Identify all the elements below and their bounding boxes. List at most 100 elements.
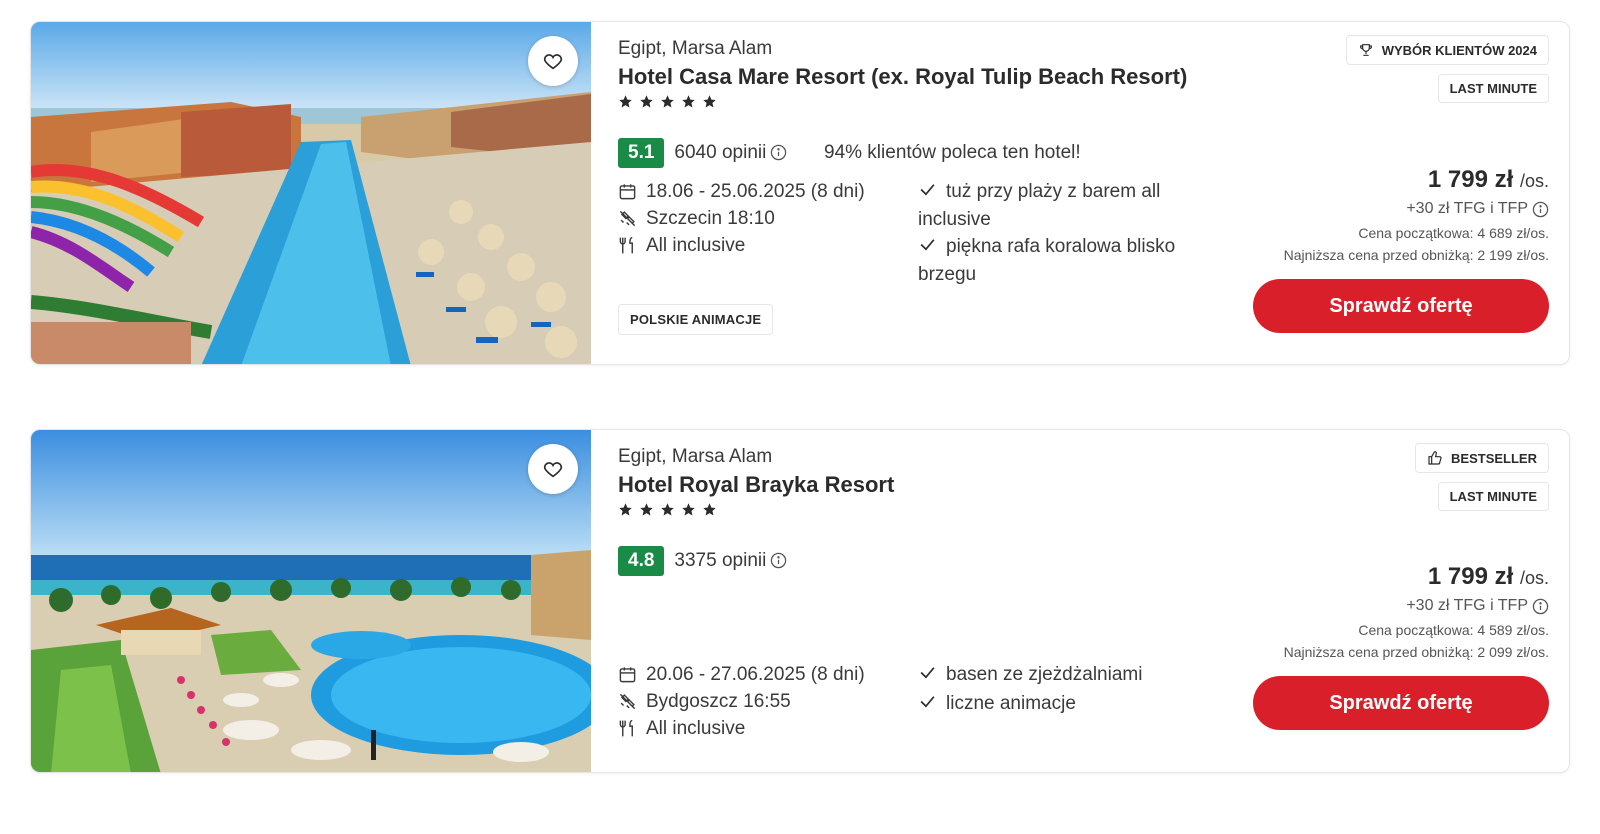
plane-icon: [618, 692, 646, 711]
price: 1 799 zł /os.: [1284, 563, 1549, 591]
star-rating: [618, 502, 717, 517]
reviews-link[interactable]: 3375 opinii: [674, 550, 787, 572]
hotel-name[interactable]: Hotel Casa Mare Resort (ex. Royal Tulip …: [618, 64, 1187, 90]
star-icon: [640, 503, 653, 516]
rating-row: 5.1 6040 opinii: [618, 138, 787, 168]
cutlery-icon: [618, 719, 646, 738]
star-icon: [682, 95, 695, 108]
hotel-photo[interactable]: [31, 22, 591, 364]
hotel-photo[interactable]: [31, 430, 591, 772]
hotel-name[interactable]: Hotel Royal Brayka Resort: [618, 472, 894, 498]
rating-row: 4.8 3375 opinii: [618, 546, 787, 576]
board-type: All inclusive: [646, 717, 746, 739]
base-price: Cena początkowa: 4 689 zł/os.: [1358, 225, 1549, 241]
star-icon: [661, 503, 674, 516]
star-icon: [682, 503, 695, 516]
star-icon: [619, 503, 632, 516]
tag-pill: POLSKIE ANIMACJE: [618, 304, 774, 335]
offer-card[interactable]: Egipt, Marsa Alam Hotel Casa Mare Resort…: [30, 21, 1570, 365]
badge-last-minute: LAST MINUTE: [1437, 482, 1549, 511]
info-icon[interactable]: [1532, 598, 1549, 615]
favorite-button[interactable]: [528, 36, 578, 86]
feature-item: tuż przy plaży z barem all inclusive: [918, 179, 1208, 233]
feature-text: tuż przy plaży z barem all inclusive: [918, 181, 1161, 230]
dates-row: 18.06 - 25.06.2025 (8 dni): [618, 178, 865, 205]
badge-label: BESTSELLER: [1451, 450, 1537, 466]
hotel-location: Egipt, Marsa Alam: [618, 446, 773, 467]
hotel-location: Egipt, Marsa Alam: [618, 38, 773, 59]
board-row: All inclusive: [618, 715, 865, 742]
feature-text: liczne animacje: [946, 693, 1076, 714]
trophy-icon: [1359, 44, 1372, 56]
reviews-link[interactable]: 6040 opinii: [674, 142, 787, 164]
recommend-text: 94% klientów poleca ten hotel!: [824, 142, 1081, 163]
features-list: tuż przy plaży z barem all inclusive pię…: [918, 179, 1208, 289]
fees-row: +30 zł TFG i TFP: [1284, 597, 1549, 615]
badge-label: WYBÓR KLIENTÓW 2024: [1381, 42, 1537, 58]
departure-city: Bydgoszcz 16:55: [646, 690, 791, 712]
features-list: basen ze zjeżdżalniami liczne animacje: [918, 662, 1208, 720]
favorite-button[interactable]: [528, 444, 578, 494]
star-icon: [640, 95, 653, 108]
score-badge: 5.1: [618, 138, 665, 168]
star-icon: [619, 95, 632, 108]
trip-dates: 20.06 - 27.06.2025 (8 dni): [646, 663, 865, 685]
price-unit: /os.: [1519, 568, 1549, 588]
offer-card[interactable]: Egipt, Marsa Alam Hotel Royal Brayka Res…: [30, 429, 1570, 773]
board-row: All inclusive: [618, 232, 865, 259]
trip-facts: 18.06 - 25.06.2025 (8 dni) Szczecin 18:1…: [618, 178, 865, 259]
feature-item: basen ze zjeżdżalniami: [918, 662, 1208, 690]
reviews-count: 3375 opinii: [674, 550, 767, 571]
feature-text: basen ze zjeżdżalniami: [946, 664, 1143, 685]
dates-row: 20.06 - 27.06.2025 (8 dni): [618, 661, 865, 688]
fees-row: +30 zł TFG i TFP: [1284, 200, 1549, 218]
fees-text: +30 zł TFG i TFP: [1406, 597, 1528, 614]
info-icon[interactable]: [1532, 201, 1549, 218]
badge-bestseller: BESTSELLER: [1415, 443, 1549, 473]
badge-label: LAST MINUTE: [1449, 489, 1537, 504]
feature-item: piękna rafa koralowa blisko brzegu: [918, 234, 1208, 288]
check-offer-button[interactable]: Sprawdź ofertę: [1253, 676, 1549, 730]
badge-last-minute: LAST MINUTE: [1437, 74, 1549, 103]
trip-facts: 20.06 - 27.06.2025 (8 dni) Bydgoszcz 16:…: [618, 661, 865, 742]
star-icon: [703, 503, 716, 516]
cutlery-icon: [618, 236, 646, 255]
heart-icon: [543, 462, 563, 478]
info-icon[interactable]: [770, 552, 787, 569]
thumbs-up-icon: [1428, 451, 1442, 465]
calendar-icon: [618, 665, 646, 684]
star-icon: [703, 95, 716, 108]
badge-customer-choice: WYBÓR KLIENTÓW 2024: [1345, 35, 1549, 65]
price-block: 1 799 zł /os. +30 zł TFG i TFP Cena pocz…: [1284, 166, 1549, 263]
plane-icon: [618, 209, 646, 228]
departure-city: Szczecin 18:10: [646, 207, 775, 229]
calendar-icon: [618, 182, 646, 201]
badge-label: LAST MINUTE: [1449, 81, 1537, 96]
reviews-count: 6040 opinii: [674, 142, 767, 163]
check-icon: [918, 180, 946, 207]
check-icon: [918, 692, 946, 719]
check-icon: [918, 235, 946, 262]
feature-item: liczne animacje: [918, 691, 1208, 719]
base-price: Cena początkowa: 4 589 zł/os.: [1358, 622, 1549, 638]
lowest-price: Najniższa cena przed obniżką: 2 099 zł/o…: [1283, 644, 1549, 660]
info-icon[interactable]: [770, 144, 787, 161]
price-amount: 1 799 zł: [1427, 563, 1514, 590]
departure-row: Bydgoszcz 16:55: [618, 688, 865, 715]
price-block: 1 799 zł /os. +30 zł TFG i TFP Cena pocz…: [1284, 563, 1549, 660]
star-rating: [618, 94, 717, 109]
feature-text: piękna rafa koralowa blisko brzegu: [918, 236, 1176, 285]
star-icon: [661, 95, 674, 108]
board-type: All inclusive: [646, 234, 746, 256]
fees-text: +30 zł TFG i TFP: [1406, 200, 1528, 217]
heart-icon: [543, 54, 563, 70]
price-amount: 1 799 zł: [1427, 166, 1514, 193]
price: 1 799 zł /os.: [1284, 166, 1549, 194]
check-offer-button[interactable]: Sprawdź ofertę: [1253, 279, 1549, 333]
lowest-price: Najniższa cena przed obniżką: 2 199 zł/o…: [1283, 247, 1549, 263]
check-icon: [918, 663, 946, 690]
price-unit: /os.: [1519, 171, 1549, 191]
score-badge: 4.8: [618, 546, 665, 576]
departure-row: Szczecin 18:10: [618, 205, 865, 232]
trip-dates: 18.06 - 25.06.2025 (8 dni): [646, 180, 865, 202]
